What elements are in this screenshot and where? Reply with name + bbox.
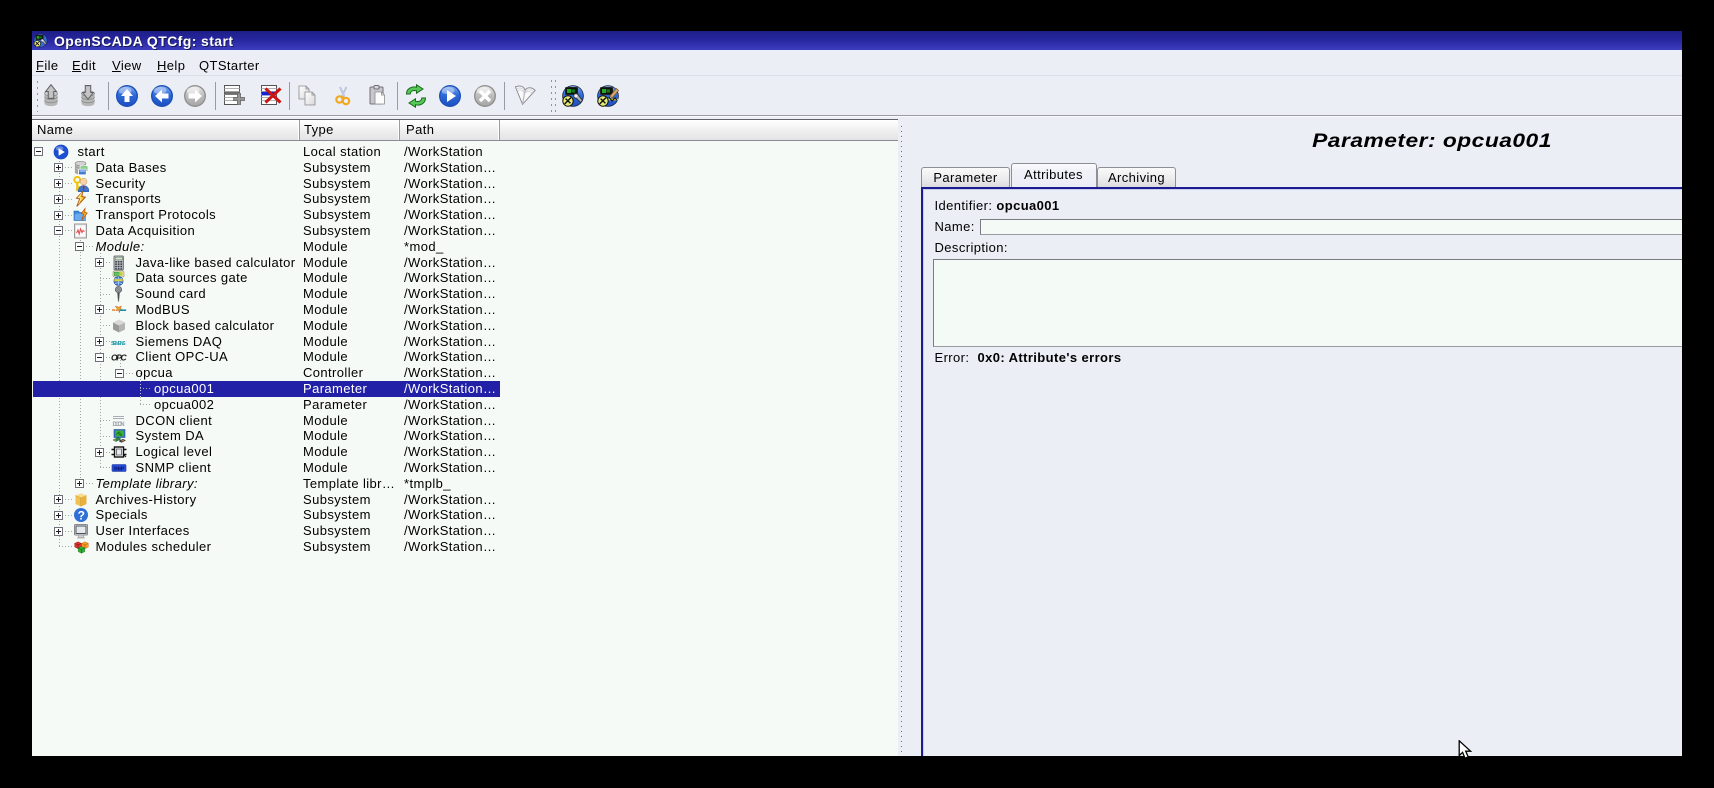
svg-text:OPC: OPC	[111, 353, 127, 363]
svg-text:DCON: DCON	[113, 422, 126, 428]
svg-text:?: ?	[77, 509, 85, 523]
svg-text:SIEMENS: SIEMENS	[111, 341, 126, 347]
svg-text:SNMP: SNMP	[113, 466, 125, 472]
